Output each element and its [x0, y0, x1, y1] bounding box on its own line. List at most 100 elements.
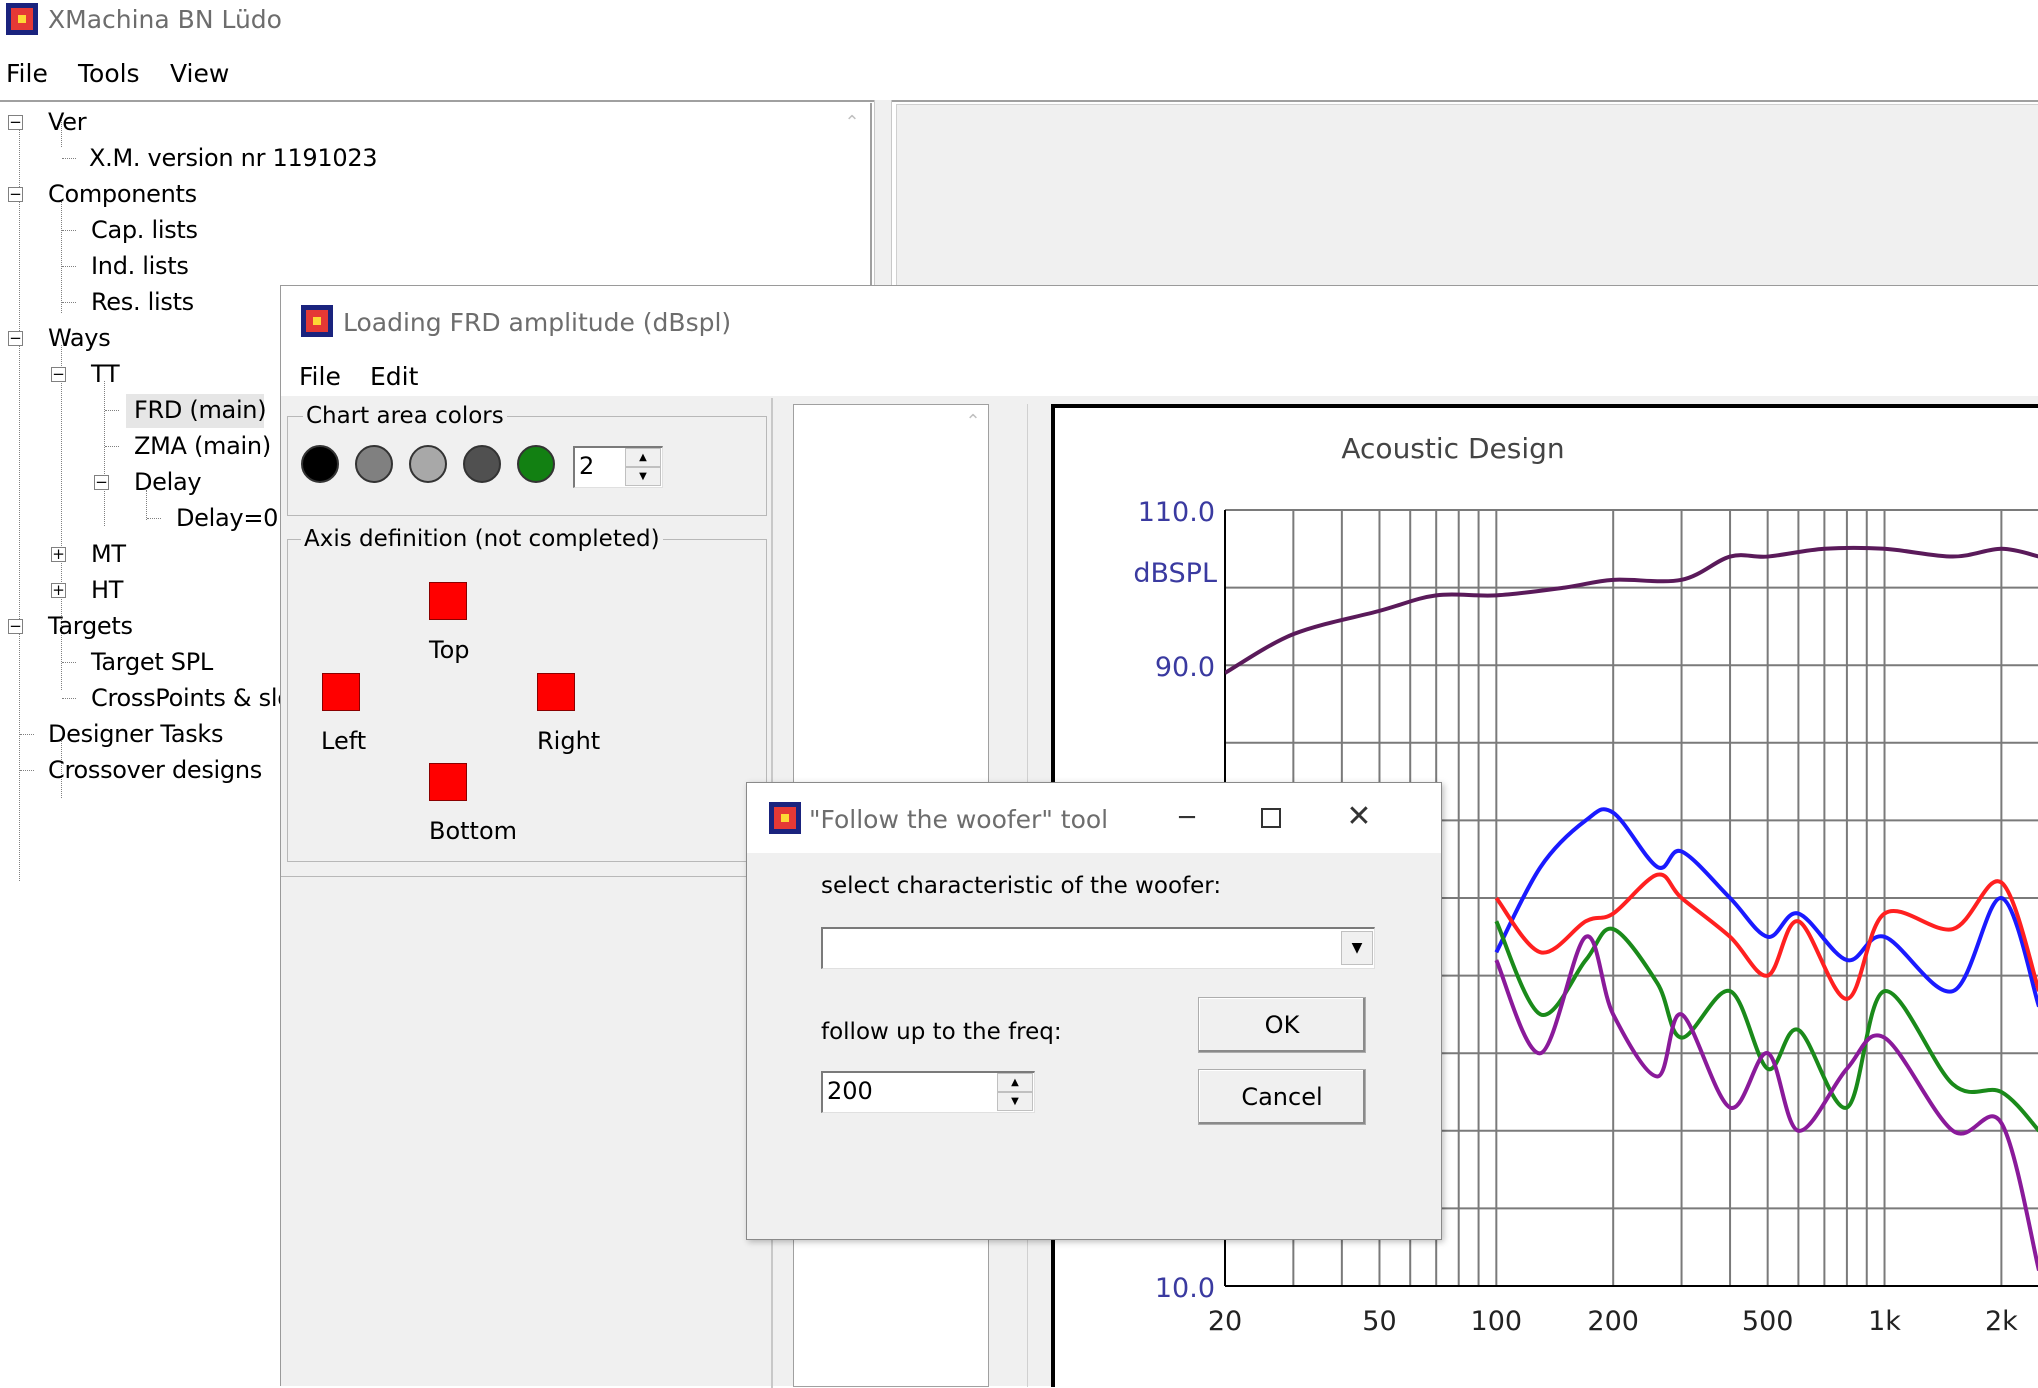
axis-top-label: Top [429, 636, 470, 664]
color-spinner[interactable]: 2 ▲ ▼ [573, 446, 663, 488]
woofer-select[interactable]: ▼ [821, 927, 1375, 969]
dialog-app-icon [769, 802, 801, 834]
maximize-icon[interactable] [1261, 808, 1281, 828]
menu-view[interactable]: View [170, 59, 229, 88]
dialog-title: "Follow the woofer" tool [809, 805, 1109, 834]
frd-titlebar[interactable]: Loading FRD amplitude (dBspl) [281, 286, 2038, 356]
series-line-purple-dark [1225, 545, 2038, 675]
tree-connector [62, 266, 76, 267]
tree-item-res-lists[interactable]: Res. lists [91, 288, 194, 316]
color-swatches [301, 443, 601, 487]
tree-expander-targets[interactable]: − [8, 619, 23, 634]
tree-expander-components[interactable]: − [8, 187, 23, 202]
left-pane-border [281, 876, 773, 877]
follow-woofer-dialog: "Follow the woofer" tool ─ ✕ select char… [746, 782, 1442, 1240]
frd-app-icon [301, 305, 333, 337]
tree-item-delay-value[interactable]: Delay=0.0 [176, 504, 282, 532]
dialog-titlebar[interactable]: "Follow the woofer" tool ─ ✕ [747, 783, 1441, 853]
tree-connector [104, 381, 105, 526]
y-tick-label: 10.0 [1155, 1273, 1215, 1304]
freq-spinner-up[interactable]: ▲ [997, 1073, 1033, 1092]
color-swatch-charcoal[interactable] [463, 445, 501, 483]
spinner-up-button[interactable]: ▲ [625, 448, 661, 467]
axis-top-button[interactable] [429, 582, 467, 620]
tree-item-crosspoints[interactable]: CrossPoints & slop [91, 684, 281, 712]
axis-right-button[interactable] [537, 673, 575, 711]
color-spinner-value: 2 [579, 452, 595, 480]
tree-item-ind-lists[interactable]: Ind. lists [91, 252, 189, 280]
tree-connector [105, 410, 119, 411]
list-scroll-up-button[interactable]: ⌃ [960, 411, 986, 437]
main-menubar: File Tools View [0, 55, 2038, 95]
frd-menu-edit[interactable]: Edit [370, 362, 418, 391]
tree-connector [20, 734, 34, 735]
tree-item-version[interactable]: X.M. version nr 1191023 [89, 144, 378, 172]
close-icon[interactable]: ✕ [1339, 799, 1379, 839]
tree-item-targets[interactable]: Targets [48, 612, 133, 640]
frd-menu-file[interactable]: File [299, 362, 341, 391]
freq-input[interactable]: 200 [827, 1077, 873, 1105]
right-panel [896, 104, 2038, 290]
tree-item-crossover-designs[interactable]: Crossover designs [48, 756, 262, 784]
tree-scroll-up-button[interactable]: ⌃ [838, 112, 866, 140]
menu-tools[interactable]: Tools [78, 59, 140, 88]
app-icon [6, 3, 38, 35]
minimize-icon[interactable]: ─ [1167, 803, 1207, 833]
x-tick-label: 50 [1362, 1306, 1396, 1337]
cancel-button[interactable]: Cancel [1198, 1069, 1366, 1125]
y-tick-label: 90.0 [1155, 652, 1215, 683]
axis-left-button[interactable] [322, 673, 360, 711]
tree-connector [62, 662, 76, 663]
tree-item-mt[interactable]: MT [91, 540, 126, 568]
y-tick-label: 110.0 [1138, 497, 1215, 528]
axis-bottom-label: Bottom [429, 817, 518, 845]
tree-item-frd-main-label: FRD (main) [134, 396, 267, 424]
spinner-down-button[interactable]: ▼ [625, 467, 661, 486]
tree-expander-delay[interactable]: − [94, 475, 109, 490]
main-titlebar[interactable]: XMachina BN Lüdo [0, 0, 2038, 42]
tree-expander-ways[interactable]: − [8, 331, 23, 346]
tree-item-cap-lists[interactable]: Cap. lists [91, 216, 198, 244]
frd-window-title: Loading FRD amplitude (dBspl) [343, 308, 732, 337]
tree-item-ver[interactable]: Ver [48, 108, 87, 136]
ok-button[interactable]: OK [1198, 997, 1366, 1053]
tree-connector [19, 129, 20, 881]
freq-spinner-down[interactable]: ▼ [997, 1092, 1033, 1111]
tree-connector [61, 201, 62, 313]
tree-expander-ver[interactable]: − [8, 115, 23, 130]
frd-menubar: File Edit [281, 356, 2038, 396]
tree-item-zma-main[interactable]: ZMA (main) [134, 432, 271, 460]
chart-title: Acoustic Design [1341, 432, 1564, 465]
color-swatch-light-gray[interactable] [409, 445, 447, 483]
axis-bottom-button[interactable] [429, 763, 467, 801]
tree-item-delay[interactable]: Delay [134, 468, 202, 496]
color-swatch-green[interactable] [517, 445, 555, 483]
tree-item-ways[interactable]: Ways [48, 324, 111, 352]
tree-connector [147, 518, 161, 519]
x-tick-label: 2k [1985, 1306, 2018, 1337]
x-tick-label: 200 [1587, 1306, 1639, 1337]
chevron-down-icon[interactable]: ▼ [1341, 931, 1373, 965]
color-swatch-black[interactable] [301, 445, 339, 483]
color-swatch-dark-gray[interactable] [355, 445, 393, 483]
tree-item-target-spl[interactable]: Target SPL [91, 648, 213, 676]
tree-item-tt[interactable]: TT [91, 360, 120, 388]
freq-label: follow up to the freq: [821, 1019, 1062, 1045]
tree-expander-mt[interactable]: + [51, 547, 66, 562]
menubar-separator [0, 100, 2038, 102]
tree-connector [62, 698, 76, 699]
x-tick-label: 500 [1742, 1306, 1794, 1337]
menu-file[interactable]: File [6, 59, 48, 88]
main-window-title: XMachina BN Lüdo [48, 5, 282, 34]
panel-splitter[interactable] [874, 100, 892, 290]
tree-item-designer-tasks[interactable]: Designer Tasks [48, 720, 224, 748]
freq-spinner[interactable]: 200 ▲ ▼ [821, 1071, 1035, 1113]
select-label: select characteristic of the woofer: [821, 873, 1222, 899]
tree-connector [62, 302, 76, 303]
chart-ylabel: dBSPL [1133, 558, 1217, 589]
tree-expander-tt[interactable]: − [51, 367, 66, 382]
tree-item-ht[interactable]: HT [91, 576, 123, 604]
tree-item-components[interactable]: Components [48, 180, 197, 208]
tree-expander-ht[interactable]: + [51, 583, 66, 598]
x-tick-label: 1k [1868, 1306, 1901, 1337]
